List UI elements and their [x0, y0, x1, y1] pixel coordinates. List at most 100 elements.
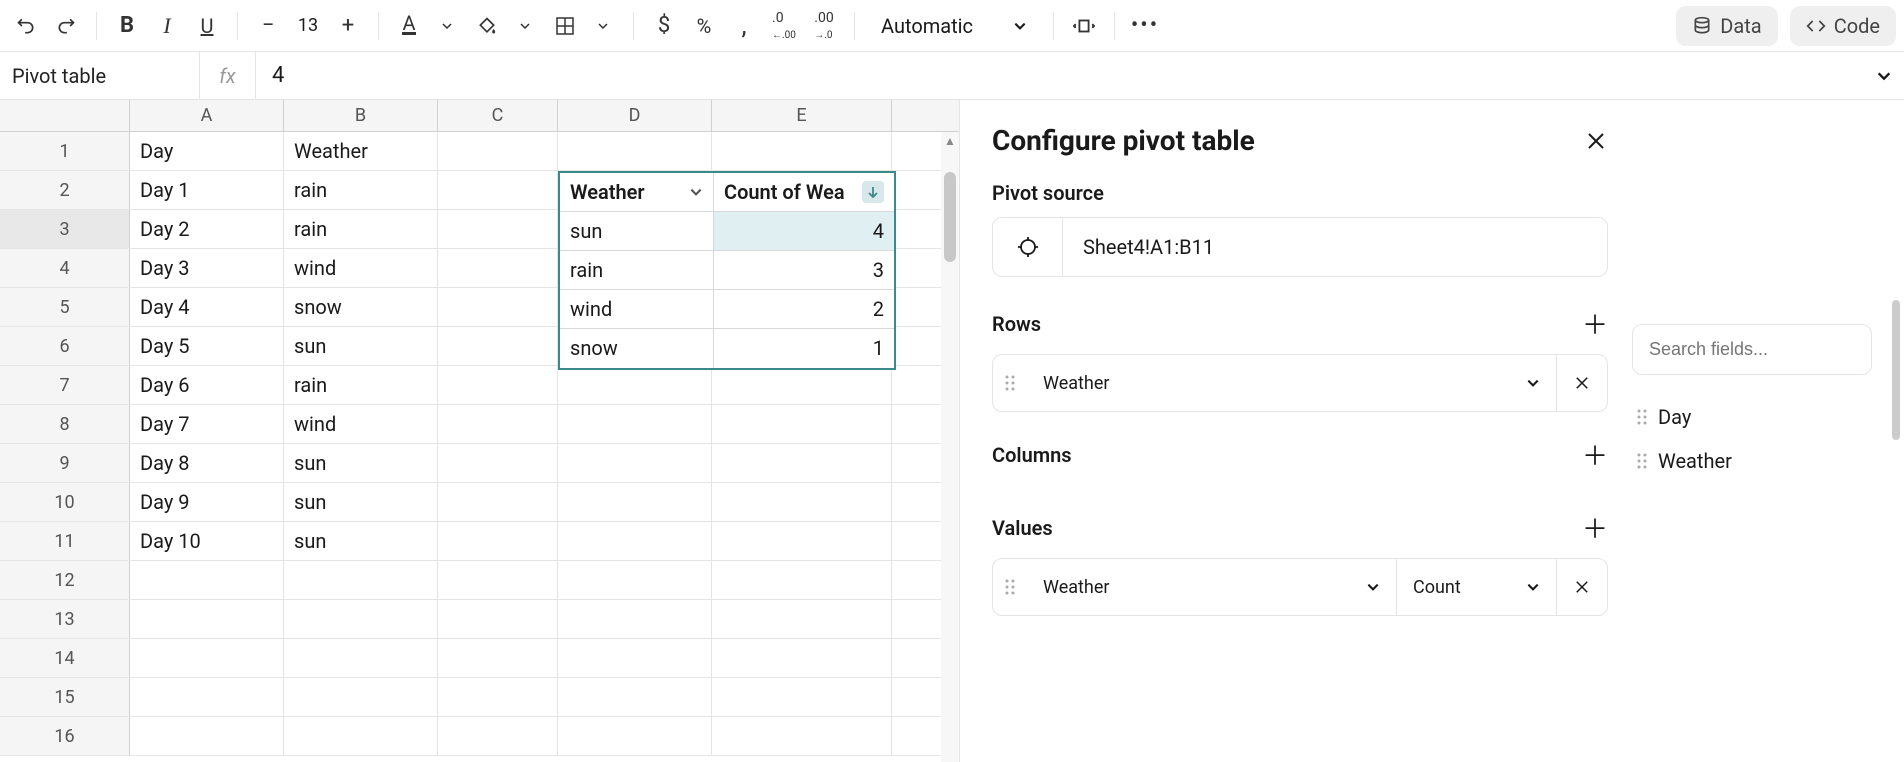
add-value-field-button[interactable]: ＋ [1582, 509, 1608, 546]
value-aggregation-select[interactable]: Count [1397, 559, 1557, 615]
cell[interactable] [438, 171, 558, 209]
cell[interactable] [438, 444, 558, 482]
remove-value-field-button[interactable] [1557, 578, 1607, 596]
cell[interactable]: Day 6 [130, 366, 284, 404]
cell[interactable] [558, 639, 712, 677]
cell[interactable]: Day 9 [130, 483, 284, 521]
scroll-up-arrow[interactable]: ▲ [941, 132, 959, 150]
chevron-down-icon[interactable] [689, 185, 703, 199]
cell[interactable] [438, 288, 558, 326]
available-field[interactable]: Day [1632, 395, 1872, 439]
spreadsheet-grid[interactable]: A B C D E 1DayWeather2Day 1rain3Day 2rai… [0, 100, 960, 762]
pivot-row-header[interactable]: Weather [560, 173, 714, 211]
cell[interactable] [438, 327, 558, 365]
cell[interactable] [712, 366, 892, 404]
chevron-down-icon[interactable] [507, 8, 543, 44]
font-size-value[interactable]: 13 [290, 15, 326, 36]
cell[interactable] [558, 366, 712, 404]
fill-color-button[interactable] [469, 8, 543, 44]
cell[interactable]: rain [284, 366, 438, 404]
cell[interactable] [284, 639, 438, 677]
cell[interactable]: Day 2 [130, 210, 284, 248]
row-header[interactable]: 6 [0, 327, 130, 365]
row-header[interactable]: 10 [0, 483, 130, 521]
increase-decimal-button[interactable]: .00→.0 [806, 8, 842, 44]
cell[interactable] [438, 366, 558, 404]
font-size-increase-button[interactable]: + [330, 8, 366, 44]
pivot-row-value[interactable]: 2 [714, 290, 894, 328]
cell[interactable] [558, 717, 712, 755]
row-header[interactable]: 12 [0, 561, 130, 599]
cell[interactable] [438, 210, 558, 248]
remove-row-field-button[interactable] [1557, 374, 1607, 392]
target-icon[interactable] [993, 218, 1063, 276]
pivot-row-label[interactable]: sun [560, 212, 714, 250]
cell[interactable]: Day 4 [130, 288, 284, 326]
cell[interactable] [438, 483, 558, 521]
cell[interactable] [438, 600, 558, 638]
cell[interactable] [712, 444, 892, 482]
available-field[interactable]: Weather [1632, 439, 1872, 483]
row-header[interactable]: 2 [0, 171, 130, 209]
cell[interactable] [130, 639, 284, 677]
pivot-value-header[interactable]: Count of Wea [714, 173, 894, 211]
chevron-down-icon[interactable] [429, 8, 465, 44]
row-field-chip[interactable]: Weather [992, 354, 1608, 412]
redo-button[interactable] [48, 8, 84, 44]
pivot-row-value[interactable]: 3 [714, 251, 894, 289]
column-header[interactable]: D [558, 100, 712, 131]
cell[interactable] [712, 639, 892, 677]
cell[interactable]: Day 10 [130, 522, 284, 560]
sort-descending-icon[interactable] [862, 181, 884, 203]
row-header[interactable]: 13 [0, 600, 130, 638]
row-header[interactable]: 14 [0, 639, 130, 677]
formula-input[interactable]: 4 [256, 63, 1864, 88]
scroll-thumb[interactable] [944, 172, 956, 262]
select-all-corner[interactable] [0, 100, 130, 131]
italic-button[interactable]: I [149, 8, 185, 44]
column-header[interactable]: B [284, 100, 438, 131]
font-size-decrease-button[interactable]: − [250, 8, 286, 44]
cell[interactable]: sun [284, 483, 438, 521]
undo-button[interactable] [8, 8, 44, 44]
pivot-row-value[interactable]: 1 [714, 329, 894, 368]
add-column-field-button[interactable]: ＋ [1582, 436, 1608, 473]
cell[interactable] [438, 132, 558, 170]
cell[interactable] [438, 717, 558, 755]
cell[interactable] [284, 717, 438, 755]
cell[interactable] [712, 132, 892, 170]
row-header[interactable]: 3 [0, 210, 130, 248]
chevron-down-icon[interactable] [585, 8, 621, 44]
cell[interactable] [438, 522, 558, 560]
cell[interactable] [558, 600, 712, 638]
autofit-button[interactable] [1066, 8, 1102, 44]
cell[interactable] [438, 678, 558, 716]
cell[interactable]: Day 8 [130, 444, 284, 482]
text-color-button[interactable]: A [391, 8, 465, 44]
cell[interactable] [558, 561, 712, 599]
row-header[interactable]: 1 [0, 132, 130, 170]
pivot-row-label[interactable]: wind [560, 290, 714, 328]
cell[interactable]: rain [284, 210, 438, 248]
cell[interactable] [438, 639, 558, 677]
column-header[interactable]: A [130, 100, 284, 131]
row-header[interactable]: 7 [0, 366, 130, 404]
cell[interactable]: sun [284, 522, 438, 560]
cell[interactable] [558, 522, 712, 560]
cell[interactable] [558, 678, 712, 716]
cell[interactable]: Day 5 [130, 327, 284, 365]
row-header[interactable]: 8 [0, 405, 130, 443]
cell[interactable]: wind [284, 249, 438, 287]
cell[interactable] [130, 561, 284, 599]
cell[interactable] [558, 405, 712, 443]
underline-button[interactable]: U [189, 8, 225, 44]
pivot-source-input[interactable]: Sheet4!A1:B11 [992, 217, 1608, 277]
close-panel-button[interactable] [1584, 129, 1608, 153]
cell[interactable] [558, 444, 712, 482]
formula-bar-expand-button[interactable] [1864, 68, 1904, 84]
cell[interactable] [712, 483, 892, 521]
data-button[interactable]: Data [1676, 6, 1777, 46]
row-header[interactable]: 11 [0, 522, 130, 560]
column-header[interactable]: C [438, 100, 558, 131]
cell[interactable] [438, 249, 558, 287]
